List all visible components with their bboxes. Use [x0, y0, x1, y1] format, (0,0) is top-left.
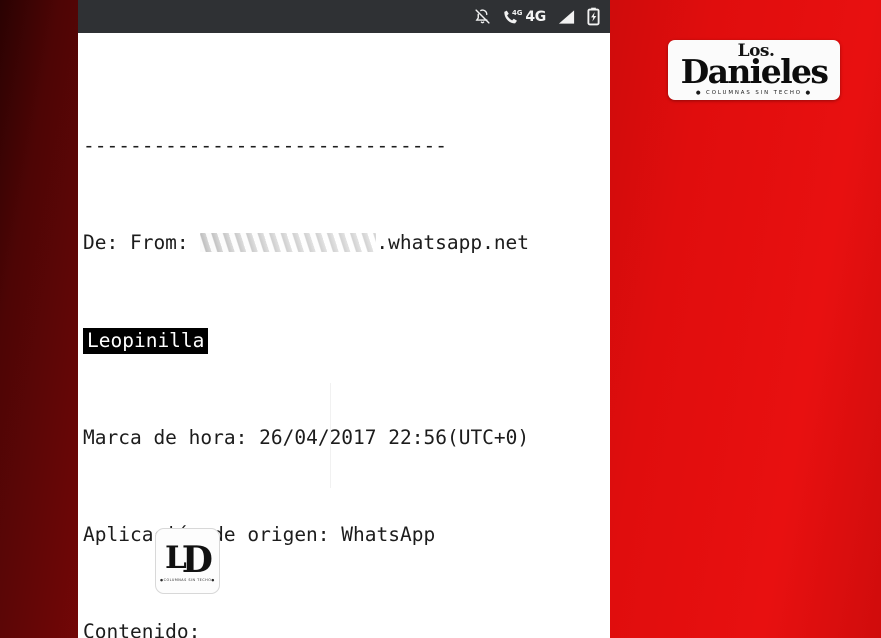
- from-domain-1: .whatsapp.net: [376, 231, 530, 255]
- contact-tag-line-1: Leopinilla: [78, 327, 610, 354]
- monogram-letter-l: L: [164, 540, 187, 576]
- from-label-1: De: From:: [83, 231, 189, 255]
- ld-monogram: LD: [164, 540, 213, 578]
- timestamp-value-1: 26/04/2017 22:56(UTC+0): [259, 425, 530, 449]
- screenshot-root: 4G 4G ------------------------------- De…: [0, 0, 881, 638]
- bell-off-icon: [474, 8, 491, 25]
- status-bar: 4G 4G: [78, 0, 610, 33]
- phone-screenshot-panel: 4G 4G ------------------------------- De…: [78, 0, 610, 638]
- signal-strength-icon: [557, 9, 576, 25]
- scan-artifact-line: [330, 383, 331, 488]
- svg-text:4G: 4G: [512, 9, 522, 17]
- logo-main-word: Danieles: [680, 52, 829, 91]
- contact-tag-1: Leopinilla: [83, 327, 209, 354]
- content-label-line-1: Contenido:: [83, 620, 201, 638]
- timestamp-line-1: Marca de hora: 26/04/2017 22:56(UTC+0): [78, 426, 610, 450]
- timestamp-label-1: Marca de hora:: [83, 425, 248, 449]
- network-4g-label: 4G: [525, 8, 546, 25]
- battery-charging-icon: [587, 7, 600, 26]
- phone-4g-icon: 4G: [502, 8, 522, 25]
- los-danieles-logo: Los. Danieles ● COLUMNAS SIN TECHO ●: [668, 40, 840, 100]
- ld-watermark: LD ●COLUMNAS SIN TECHO●: [155, 528, 220, 594]
- from-line-1: De: From: .whatsapp.net: [78, 231, 610, 255]
- monogram-letter-d: D: [181, 539, 213, 581]
- app-value-1: WhatsApp: [341, 522, 436, 546]
- separator-line-1: -------------------------------: [83, 134, 447, 158]
- logo-subtitle: ● COLUMNAS SIN TECHO ●: [695, 90, 813, 96]
- redaction-bar-1: [200, 233, 377, 253]
